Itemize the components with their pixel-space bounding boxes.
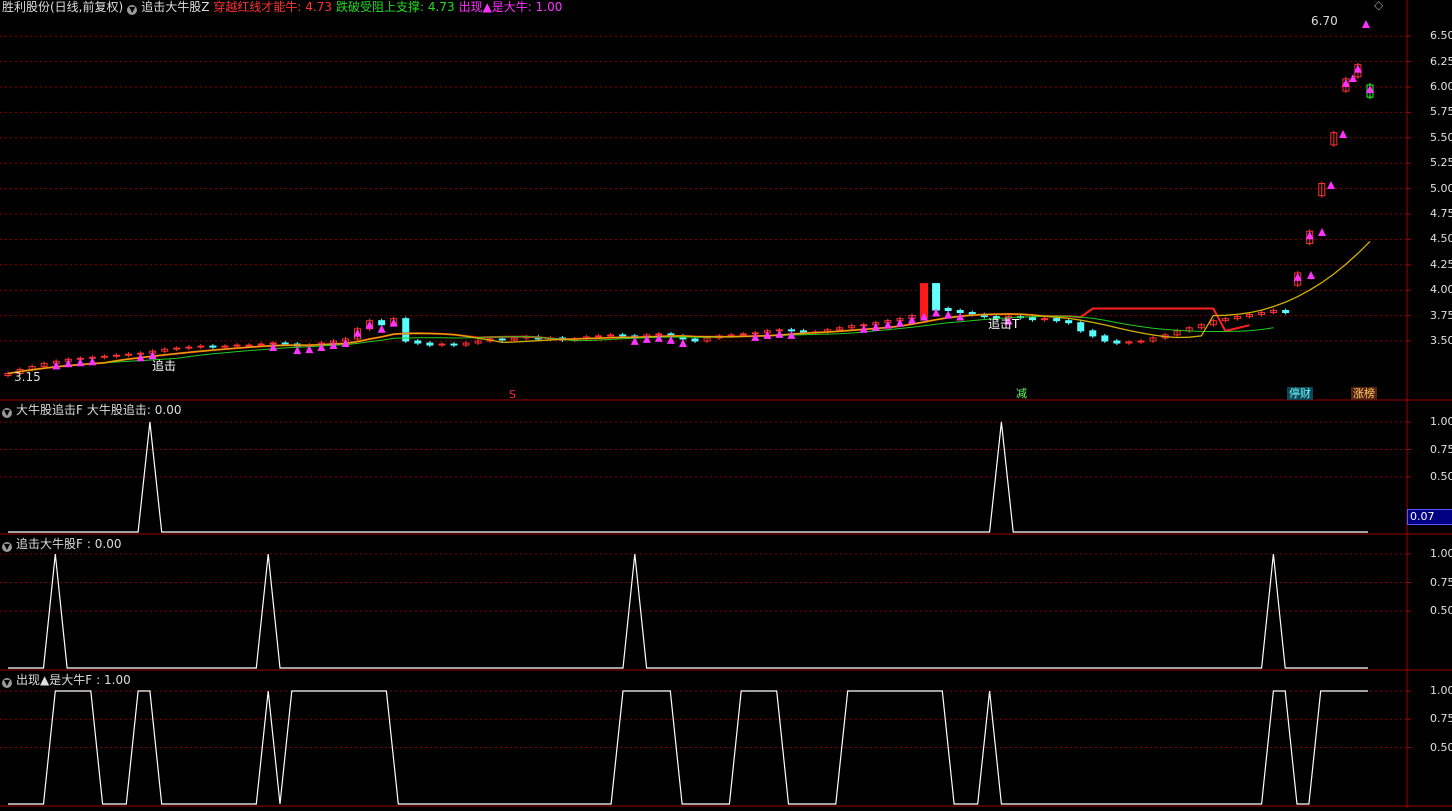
candle-body bbox=[1089, 330, 1097, 337]
annotation-chase-2: 追击T bbox=[988, 317, 1020, 331]
candle-body bbox=[691, 338, 699, 342]
signal-stop-badge[interactable]: 停财 bbox=[1287, 387, 1313, 400]
y-tick-label: 5.25 bbox=[1430, 156, 1452, 170]
candle-body bbox=[1065, 320, 1073, 324]
panel-y-tick-label: 1.00 bbox=[1430, 547, 1452, 560]
y-tick-label: 4.25 bbox=[1430, 257, 1452, 271]
y-tick-label: 3.50 bbox=[1430, 334, 1452, 347]
y-tick-label: 6.00 bbox=[1430, 80, 1452, 93]
indicator-item-1: 穿越红线才能牛: 4.73 bbox=[213, 0, 332, 14]
panel3-value: : 1.00 bbox=[96, 673, 131, 687]
signal-s-badge[interactable]: S bbox=[507, 388, 518, 401]
signal-triangle bbox=[1349, 74, 1357, 82]
y-tick-label: 6.50 bbox=[1430, 29, 1452, 43]
signal-triangle bbox=[678, 338, 687, 347]
panel-y-tick-label: 0.75 bbox=[1430, 575, 1452, 589]
candle-body bbox=[956, 310, 964, 314]
candle-body bbox=[1077, 322, 1085, 332]
signal-triangle bbox=[1339, 130, 1347, 138]
candle-body bbox=[245, 344, 253, 347]
annotation-chase-1: 追击 bbox=[152, 359, 177, 373]
signal-triangle bbox=[1327, 181, 1335, 189]
candle-body bbox=[450, 343, 458, 346]
dropdown-icon[interactable]: ▼ bbox=[2, 542, 12, 552]
panel2-header: ▼ 追击大牛股F: 0.00 bbox=[2, 537, 125, 552]
candle-body bbox=[281, 342, 289, 345]
dropdown-icon[interactable]: ▼ bbox=[2, 408, 12, 418]
panel2-value: : 0.00 bbox=[86, 537, 122, 551]
signal-triangle bbox=[1318, 228, 1326, 236]
panel1-title[interactable]: 大牛股追击F bbox=[16, 403, 83, 417]
dropdown-icon[interactable]: ▼ bbox=[2, 678, 12, 688]
candle-body bbox=[414, 340, 422, 344]
panel-y-tick-label: 0.50 bbox=[1430, 604, 1452, 617]
panel-y-tick-label: 0.75 bbox=[1430, 712, 1452, 726]
y-tick-label: 5.00 bbox=[1430, 181, 1452, 195]
signal-triangle bbox=[1307, 271, 1315, 279]
diamond-icon[interactable]: ◇ bbox=[1374, 0, 1383, 12]
candle-body bbox=[1113, 340, 1121, 344]
candle-body bbox=[1282, 310, 1290, 314]
candle-body bbox=[1053, 318, 1061, 322]
panel1-value: 大牛股追击: 0.00 bbox=[86, 403, 182, 417]
candle-body bbox=[1029, 317, 1037, 321]
main-header: 胜利股份(日线,前复权) ▼ 追击大牛股Z 穿越红线才能牛: 4.73 跌破受阻上支撑:… bbox=[2, 0, 566, 15]
indicator-item-2: 跌破受阻上支撑: 4.73 bbox=[336, 0, 455, 14]
panel-y-tick-label: 0.50 bbox=[1430, 470, 1452, 483]
y-tick-label: 4.75 bbox=[1430, 207, 1452, 220]
y-tick-label: 3.75 bbox=[1430, 308, 1452, 322]
y-tick-label: 5.75 bbox=[1430, 105, 1452, 119]
panel-y-tick-label: 0.50 bbox=[1430, 740, 1452, 754]
indicator-name[interactable]: 追击大牛股Z bbox=[141, 0, 209, 14]
panel1-header: ▼ 大牛股追击F 大牛股追击: 0.00 bbox=[2, 403, 185, 418]
signal-triangle bbox=[377, 324, 386, 333]
signal-rank-badge[interactable]: 涨榜 bbox=[1351, 387, 1377, 400]
current-value-box: 0.07 bbox=[1407, 509, 1452, 525]
candle-body bbox=[209, 345, 217, 348]
panel-y-tick-label: 0.75 bbox=[1430, 442, 1452, 456]
candle-body bbox=[787, 329, 795, 332]
panel-y-tick-label: 1.00 bbox=[1430, 684, 1452, 697]
signal-triangle bbox=[1362, 20, 1370, 28]
candle-body bbox=[498, 338, 506, 341]
candle-body bbox=[944, 307, 952, 312]
signal-triangle bbox=[944, 310, 953, 319]
candle-body bbox=[619, 334, 627, 337]
y-tick-label: 4.50 bbox=[1430, 232, 1452, 246]
candle-body bbox=[932, 283, 941, 311]
panel3-header: ▼ 出现▲是大牛F : 1.00 bbox=[2, 673, 135, 688]
y-tick-label: 6.25 bbox=[1430, 54, 1452, 68]
indicator-item-3: 出现▲是大牛: 1.00 bbox=[458, 0, 563, 14]
low-price-label: 3.15 bbox=[14, 370, 41, 384]
panel2-title[interactable]: 追击大牛股F bbox=[16, 537, 83, 551]
candle-body bbox=[1101, 335, 1109, 342]
y-tick-label: 4.00 bbox=[1430, 283, 1452, 297]
panel3-title[interactable]: 出现▲是大牛F bbox=[16, 673, 92, 687]
candle-body bbox=[426, 342, 434, 346]
high-price-label: 6.70 bbox=[1311, 14, 1338, 28]
y-tick-label: 5.50 bbox=[1430, 130, 1452, 144]
stock-title: 胜利股份(日线,前复权) bbox=[2, 0, 124, 14]
signal-reduce-badge[interactable]: 减 bbox=[1014, 387, 1029, 400]
candle-body bbox=[378, 320, 386, 326]
panel-y-tick-label: 1.00 bbox=[1430, 415, 1452, 428]
dropdown-icon[interactable]: ▼ bbox=[127, 5, 138, 15]
chart-canvas[interactable] bbox=[0, 0, 1452, 808]
chart-stage: 胜利股份(日线,前复权) ▼ 追击大牛股Z 穿越红线才能牛: 4.73 跌破受阻上支撑:… bbox=[0, 0, 1452, 808]
